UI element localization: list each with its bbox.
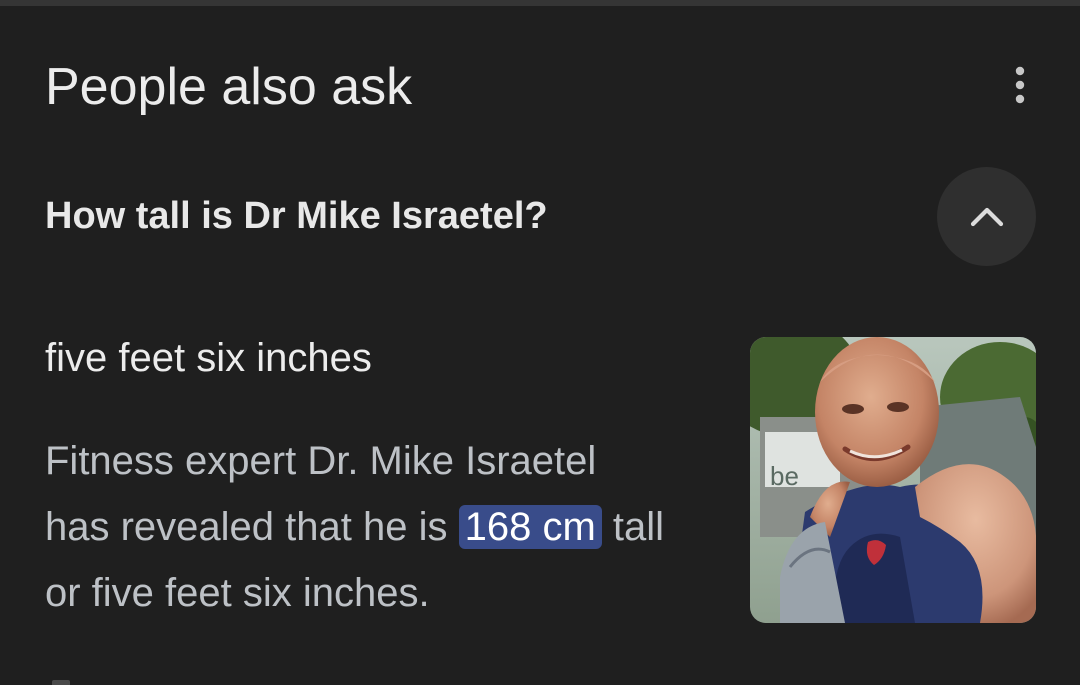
answer-thumbnail[interactable]: be (750, 337, 1036, 623)
more-vert-icon (1015, 66, 1025, 104)
thumbnail-sign-text: be (770, 461, 799, 491)
collapse-answer-button[interactable] (937, 167, 1036, 266)
snippet-line-1: Fitness expert Dr. Mike Israetel (45, 439, 597, 483)
snippet-line-3: or five feet six inches. (45, 571, 430, 615)
snippet-text-before: has revealed that he is (45, 505, 459, 549)
chevron-up-icon (970, 207, 1003, 226)
people-also-ask-title: People also ask (45, 58, 413, 116)
snippet-text-after: tall (601, 505, 665, 549)
more-options-button[interactable] (994, 60, 1046, 112)
highlighted-answer: 168 cm (458, 505, 602, 549)
answer-headline: five feet six inches (45, 336, 372, 380)
question-text[interactable]: How tall is Dr Mike Israetel? (45, 190, 548, 242)
top-divider (0, 0, 1080, 6)
snippet-line-2: has revealed that he is 168 cm tall (45, 494, 745, 560)
next-question-edge (52, 680, 70, 685)
answer-snippet: Fitness expert Dr. Mike Israetel has rev… (45, 428, 745, 626)
